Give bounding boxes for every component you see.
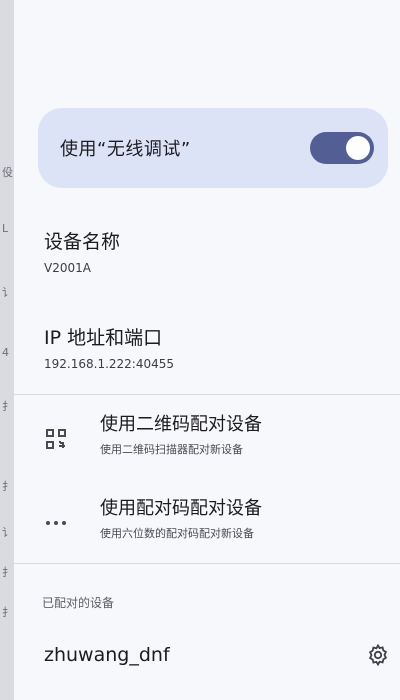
paired-device-row[interactable]: zhuwang_dnf (14, 643, 400, 667)
strip-fragment: 扌 (2, 480, 13, 493)
pair-with-qr-code-title: 使用二维码配对设备 (100, 414, 262, 435)
strip-fragment: 扌 (2, 606, 13, 619)
divider (14, 563, 400, 564)
strip-fragment: 伇 (2, 166, 13, 179)
toggle-knob (346, 136, 370, 160)
strip-fragment: 扌 (2, 400, 13, 413)
ip-address-port-item: IP 地址和端口 192.168.1.222:40455 (14, 326, 400, 372)
pair-with-qr-code-subtitle: 使用二维码扫描器配对新设备 (100, 443, 243, 456)
use-wireless-debugging-label: 使用“无线调试” (60, 139, 191, 160)
pair-with-code-row[interactable]: 使用配对码配对设备 使用六位数的配对码配对新设备 (14, 497, 400, 541)
paired-devices-header: 已配对的设备 (42, 596, 115, 610)
pair-with-code-title: 使用配对码配对设备 (100, 498, 262, 519)
device-name-title: 设备名称 (44, 231, 121, 253)
divider (14, 394, 400, 395)
wireless-debugging-toggle[interactable] (310, 132, 374, 164)
device-name-value: V2001A (44, 261, 91, 275)
device-name-item[interactable]: 设备名称 V2001A (14, 230, 400, 276)
pair-with-qr-code-row[interactable]: 使用二维码配对设备 使用二维码扫描器配对新设备 (14, 413, 400, 457)
paired-device-name: zhuwang_dnf (44, 644, 170, 666)
qr-code-scanner-icon (44, 427, 68, 451)
ip-address-port-value: 192.168.1.222:40455 (44, 357, 175, 371)
dots-icon (44, 511, 68, 535)
gear-icon[interactable] (366, 643, 390, 667)
strip-fragment: 讠 (2, 526, 13, 539)
strip-fragment: L (2, 222, 9, 235)
ip-address-port-title: IP 地址和端口 (44, 327, 163, 349)
pair-with-code-subtitle: 使用六位数的配对码配对新设备 (100, 527, 254, 540)
use-wireless-debugging-row[interactable]: 使用“无线调试” (38, 108, 388, 188)
wireless-debugging-screen: 使用“无线调试” 设备名称 V2001A IP 地址和端口 192.168.1.… (14, 0, 400, 700)
strip-fragment: 4 (2, 346, 9, 359)
strip-fragment: 扌 (2, 566, 13, 579)
strip-fragment: 讠 (2, 286, 13, 299)
